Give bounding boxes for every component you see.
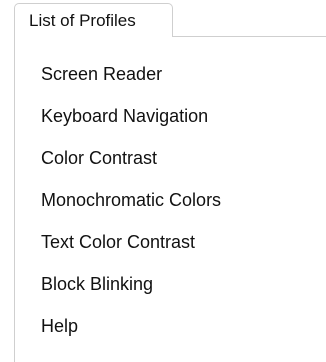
profile-item-keyboard-navigation[interactable]: Keyboard Navigation: [41, 105, 311, 147]
tab-connector: [15, 35, 172, 38]
profile-item-color-contrast[interactable]: Color Contrast: [41, 147, 311, 189]
profiles-panel: List of Profiles Screen Reader Keyboard …: [0, 0, 326, 362]
profile-item-text-color-contrast[interactable]: Text Color Contrast: [41, 231, 311, 273]
profile-item-monochromatic-colors[interactable]: Monochromatic Colors: [41, 189, 311, 231]
profile-item-screen-reader[interactable]: Screen Reader: [41, 63, 311, 105]
tab-label: List of Profiles: [29, 11, 136, 30]
profile-item-block-blinking[interactable]: Block Blinking: [41, 273, 311, 315]
profiles-list: Screen Reader Keyboard Navigation Color …: [41, 63, 311, 357]
tab-list-of-profiles[interactable]: List of Profiles: [14, 3, 173, 37]
profile-item-help[interactable]: Help: [41, 315, 311, 357]
